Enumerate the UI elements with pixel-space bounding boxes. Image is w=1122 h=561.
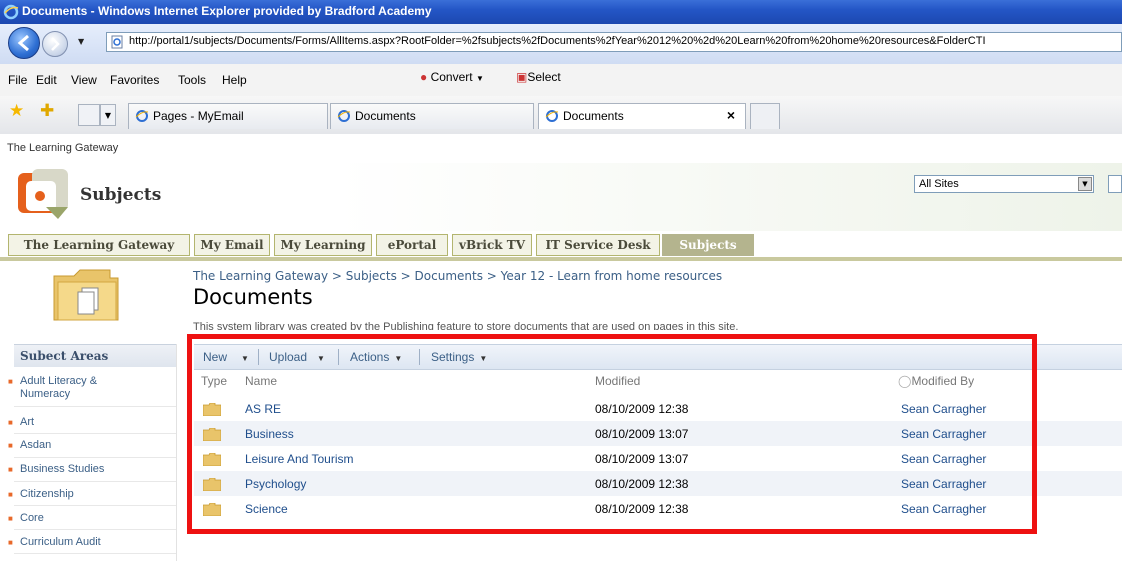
folder-icon	[53, 269, 119, 321]
topnav-eportal[interactable]: ePortal	[376, 234, 448, 256]
left-nav-header-label: Subect Areas	[20, 349, 109, 363]
address-bar[interactable]: http://portal1/subjects/Documents/Forms/…	[106, 32, 1122, 52]
forward-button[interactable]	[42, 31, 68, 57]
tab-list-dropdown-icon[interactable]: ▼	[100, 104, 116, 126]
close-tab-icon[interactable]: ×	[727, 107, 735, 123]
menu-view[interactable]: View	[71, 73, 97, 87]
topnav-it-service-desk[interactable]: IT Service Desk	[536, 234, 660, 256]
bullet-icon: ■	[8, 441, 13, 450]
window-title-bar[interactable]: Documents - Windows Internet Explorer pr…	[0, 0, 1122, 24]
bullet-icon: ■	[8, 377, 13, 386]
leftnav-item-art[interactable]: Art	[20, 416, 34, 429]
page-icon	[111, 35, 123, 49]
divider	[14, 529, 176, 530]
convert-label: Convert	[430, 70, 473, 84]
top-navigation: The Learning Gateway My Email My Learnin…	[0, 231, 1122, 261]
annotation-highlight-box	[187, 334, 1037, 534]
leftnav-item-asdan[interactable]: Asdan	[20, 439, 51, 452]
divider	[14, 433, 176, 434]
menu-file[interactable]: File	[8, 73, 27, 87]
divider	[14, 457, 176, 458]
select-icon: ▣	[516, 70, 528, 84]
ie-logo-icon	[3, 4, 19, 20]
leftnav-item-business-studies[interactable]: Business Studies	[20, 463, 104, 476]
topnav-vbrick-tv[interactable]: vBrick TV	[452, 234, 532, 256]
tab-pages-myemail[interactable]: Pages - MyEmail	[128, 103, 328, 129]
bullet-icon: ■	[8, 490, 13, 499]
bullet-icon: ■	[8, 418, 13, 427]
tab-label: Documents	[563, 109, 624, 123]
search-scope-select[interactable]: All Sites ▼	[914, 175, 1094, 193]
leftnav-item-citizenship[interactable]: Citizenship	[20, 488, 74, 501]
quick-tabs-icon[interactable]	[78, 104, 100, 126]
search-input[interactable]	[1108, 175, 1122, 193]
divider	[14, 406, 176, 407]
menu-tools[interactable]: Tools	[178, 73, 206, 87]
convert-icon: ●	[420, 70, 428, 84]
library-description: This system library was created by the P…	[193, 321, 739, 330]
tab-bar: ★ ✚ ▼ Pages - MyEmail Documents Document…	[0, 96, 1122, 135]
divider	[14, 481, 176, 482]
menu-favorites[interactable]: Favorites	[110, 73, 159, 87]
menu-help[interactable]: Help	[222, 73, 247, 87]
new-tab-button[interactable]	[750, 103, 780, 129]
bullet-icon: ■	[8, 465, 13, 474]
site-gateway-bar: The Learning Gateway	[0, 134, 1122, 164]
convert-dropdown-icon: ▼	[475, 74, 484, 83]
search-scope-value: All Sites	[919, 178, 959, 190]
back-button[interactable]	[8, 27, 40, 59]
favorites-star-icon[interactable]: ★	[9, 103, 24, 120]
ie-page-icon	[337, 110, 351, 122]
history-dropdown-icon[interactable]: ▼	[78, 37, 84, 46]
site-header	[0, 163, 1122, 231]
left-nav-header: Subect Areas	[14, 344, 176, 367]
convert-button[interactable]: ● Convert ▼	[420, 70, 484, 84]
menu-edit[interactable]: Edit	[36, 73, 57, 87]
leftnav-item-numeracy[interactable]: Numeracy	[20, 388, 70, 401]
tab-label: Documents	[355, 109, 416, 123]
tab-label: Pages - MyEmail	[153, 109, 244, 123]
leftnav-item-core[interactable]: Core	[20, 512, 44, 525]
window-title: Documents - Windows Internet Explorer pr…	[22, 4, 432, 18]
topnav-learning-gateway[interactable]: The Learning Gateway	[8, 234, 190, 256]
url-text: http://portal1/subjects/Documents/Forms/…	[129, 35, 986, 47]
tab-documents-1[interactable]: Documents	[330, 103, 534, 129]
select-button[interactable]: ▣Select	[516, 70, 561, 84]
ie-page-icon	[135, 110, 149, 122]
bullet-icon: ■	[8, 538, 13, 547]
leftnav-item-curriculum-audit[interactable]: Curriculum Audit	[20, 536, 101, 549]
leftnav-item-adult-literacy[interactable]: Adult Literacy &	[20, 375, 97, 388]
address-row: ▼ http://portal1/subjects/Documents/Form…	[0, 24, 1122, 64]
subjects-logo-icon	[18, 169, 68, 219]
bullet-icon: ■	[8, 514, 13, 523]
divider	[14, 553, 176, 554]
breadcrumb[interactable]: The Learning Gateway > Subjects > Docume…	[193, 269, 722, 283]
chevron-down-icon: ▼	[1078, 177, 1092, 191]
select-label: Select	[527, 70, 561, 84]
topnav-my-learning[interactable]: My Learning	[274, 234, 372, 256]
forward-arrow-icon	[51, 37, 60, 51]
topnav-my-email[interactable]: My Email	[194, 234, 270, 256]
gateway-link[interactable]: The Learning Gateway	[7, 142, 118, 154]
ie-page-icon	[545, 110, 559, 122]
add-favorites-icon[interactable]: ✚	[40, 103, 54, 120]
topnav-subjects[interactable]: Subjects	[662, 234, 754, 256]
back-arrow-icon	[17, 34, 29, 52]
site-title[interactable]: Subjects	[80, 185, 161, 205]
divider	[14, 505, 176, 506]
tab-documents-active[interactable]: Documents ×	[538, 103, 746, 129]
menu-bar: File Edit View Favorites Tools Help ● Co…	[0, 64, 1122, 97]
page-title: Documents	[193, 285, 313, 309]
